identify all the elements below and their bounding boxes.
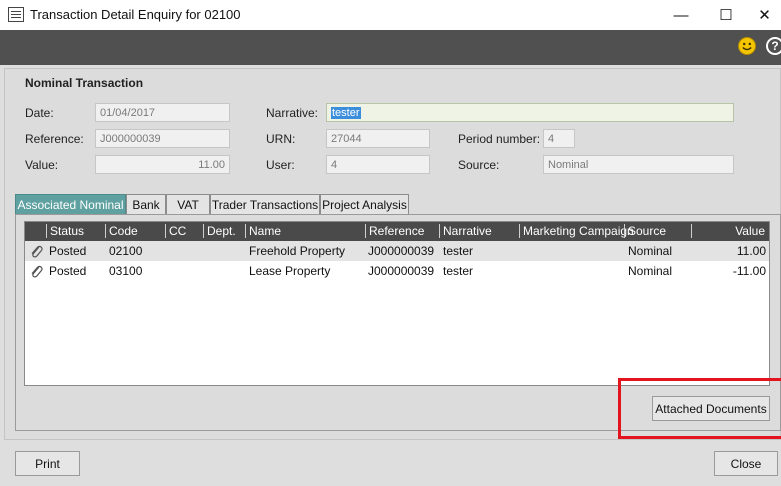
cell-narrative: tester [443,264,474,278]
minimize-button[interactable]: — [658,0,704,30]
column-header-source[interactable]: Source [624,224,666,238]
help-icon[interactable]: ? [766,37,781,55]
cell-name: Freehold Property [249,244,346,258]
value-field[interactable]: 11.00 [95,155,230,174]
cell-name: Lease Property [249,264,331,278]
date-label: Date: [25,106,54,120]
table-row[interactable]: Posted 02100 Freehold Property J00000003… [25,241,769,261]
column-header-narrative[interactable]: Narrative [439,224,492,238]
date-field[interactable]: 01/04/2017 [95,103,230,122]
close-button[interactable]: Close [714,451,778,476]
tab-bank[interactable]: Bank [126,194,166,215]
column-header-status[interactable]: Status [46,224,84,238]
cell-value: 11.00 [736,244,766,258]
column-header-dept[interactable]: Dept. [203,224,236,238]
reference-field[interactable]: J000000039 [95,129,230,148]
column-header-cc[interactable]: CC [165,224,186,238]
highlight-annotation-box [618,378,781,439]
period-number-label: Period number: [458,132,541,146]
cell-status: Posted [49,244,87,258]
source-field[interactable]: Nominal [543,155,734,174]
grid-header: Status Code CC Dept. Name Reference Narr… [25,222,769,241]
toolbar [0,30,781,65]
cell-reference: J000000039 [368,244,435,258]
maximize-button[interactable]: ☐ [703,0,749,30]
paperclip-icon[interactable] [29,243,43,259]
section-title: Nominal Transaction [25,76,144,90]
paperclip-icon[interactable] [29,263,43,279]
cell-code: 02100 [109,244,143,258]
tab-trader-transactions[interactable]: Trader Transactions [210,194,320,215]
tab-project-analysis[interactable]: Project Analysis [320,194,409,215]
urn-field[interactable]: 27044 [326,129,430,148]
urn-label: URN: [266,132,296,146]
user-field[interactable]: 4 [326,155,430,174]
cell-value: -11.00 [732,264,766,278]
tab-associated-nominal[interactable]: Associated Nominal [15,194,126,215]
smiley-icon[interactable] [738,37,756,55]
app-window-icon [8,7,24,22]
cell-narrative: tester [443,244,474,258]
print-button[interactable]: Print [15,451,80,476]
user-label: User: [266,158,295,172]
narrative-field[interactable]: tester [326,103,734,122]
period-number-field[interactable]: 4 [543,129,575,148]
source-label: Source: [458,158,500,172]
column-header-marketing-campaign[interactable]: Marketing Campaign [519,224,634,238]
transactions-grid[interactable]: Status Code CC Dept. Name Reference Narr… [24,221,770,386]
cell-reference: J000000039 [368,264,435,278]
reference-label: Reference: [25,132,84,146]
narrative-selected-text: tester [331,107,361,119]
window-title: Transaction Detail Enquiry for 02100 [30,7,241,22]
narrative-label: Narrative: [266,106,319,120]
cell-code: 03100 [109,264,143,278]
column-header-reference[interactable]: Reference [365,224,424,238]
cell-status: Posted [49,264,87,278]
tab-vat[interactable]: VAT [166,194,210,215]
cell-source: Nominal [628,264,673,278]
table-row[interactable]: Posted 03100 Lease Property J000000039 t… [25,261,769,281]
cell-source: Nominal [628,244,673,258]
close-window-button[interactable]: ✕ [748,0,781,30]
column-header-code[interactable]: Code [105,224,138,238]
value-label: Value: [25,158,59,172]
column-header-value[interactable]: Value [691,224,767,238]
column-header-name[interactable]: Name [245,224,281,238]
